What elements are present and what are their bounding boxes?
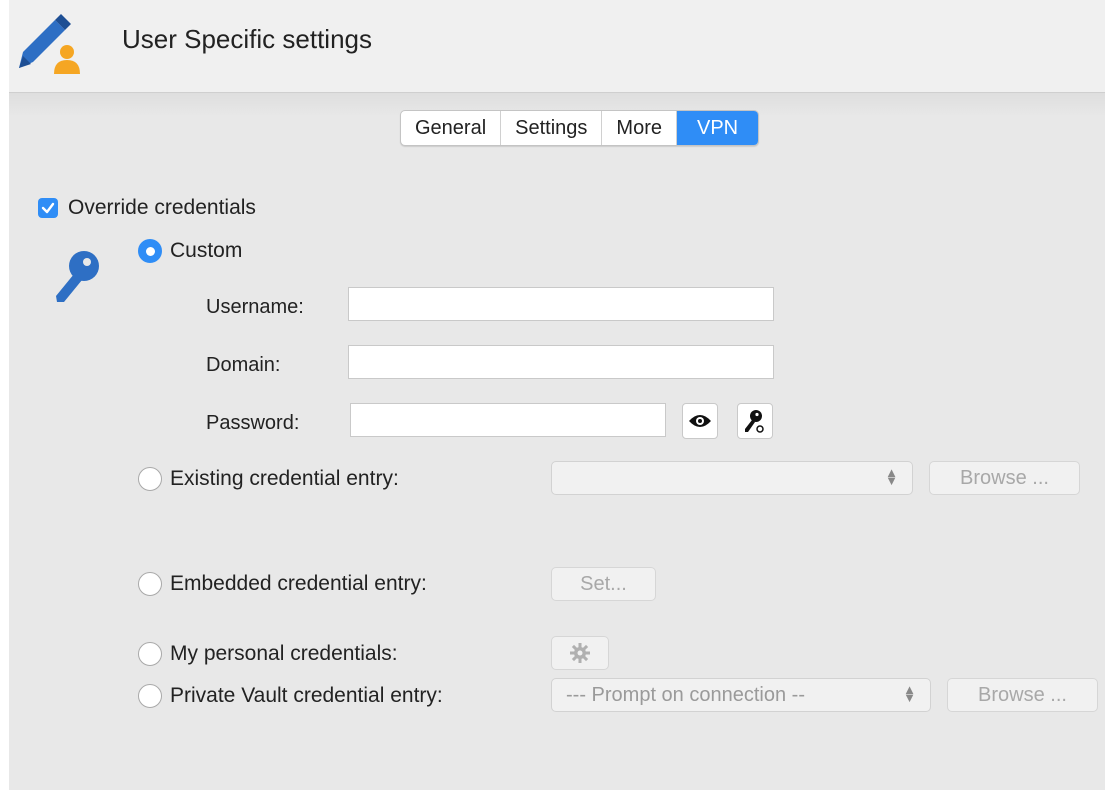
password-label: Password: [206,412,300,434]
header: User Specific settings [9,0,1105,93]
generate-password-button[interactable] [737,403,773,439]
username-input[interactable] [348,287,774,321]
custom-label: Custom [170,239,243,262]
tab-settings[interactable]: Settings [501,111,603,145]
personal-settings-button[interactable] [551,636,609,670]
personal-credentials-row: My personal credentials: [138,642,398,666]
embedded-credential-label: Embedded credential entry: [170,572,427,595]
username-label: Username: [206,296,304,318]
show-password-button[interactable] [682,403,718,439]
override-credentials-label: Override credentials [68,196,256,219]
personal-credentials-radio[interactable] [138,642,162,666]
select-arrows-icon: ▲ ▼ [903,682,916,705]
domain-input[interactable] [348,345,774,379]
pencil-user-icon [17,10,81,74]
existing-browse-button[interactable]: Browse ... [929,461,1080,495]
password-input[interactable] [350,403,666,437]
tab-more[interactable]: More [602,111,677,145]
embedded-credential-row: Embedded credential entry: [138,572,427,596]
private-vault-radio[interactable] [138,684,162,708]
existing-credential-select[interactable]: ▲ ▼ [551,461,913,495]
private-vault-label: Private Vault credential entry: [170,684,443,707]
settings-window: User Specific settings General Settings … [9,0,1105,790]
existing-credential-radio[interactable] [138,467,162,491]
custom-radio[interactable] [138,239,162,263]
key-generate-icon [745,410,764,433]
tab-general[interactable]: General [401,111,502,145]
tab-bar: General Settings More VPN [400,110,760,146]
personal-credentials-label: My personal credentials: [170,642,398,665]
private-vault-select[interactable]: --- Prompt on connection -- ▲ ▼ [551,678,931,712]
checkmark-icon [41,202,55,214]
embedded-set-button[interactable]: Set... [551,567,656,601]
select-arrows-icon: ▲ ▼ [885,465,898,488]
page-title: User Specific settings [122,24,372,54]
private-vault-row: Private Vault credential entry: [138,684,443,708]
embedded-credential-radio[interactable] [138,572,162,596]
private-vault-browse-button[interactable]: Browse ... [947,678,1098,712]
key-icon [52,248,104,304]
override-credentials-row: Override credentials [38,196,256,220]
existing-credential-row: Existing credential entry: [138,467,399,491]
tab-vpn[interactable]: VPN [677,111,759,145]
custom-option-row: Custom [138,239,242,263]
override-credentials-checkbox[interactable] [38,198,58,218]
eye-icon [689,415,711,427]
domain-label: Domain: [206,354,281,376]
existing-credential-label: Existing credential entry: [170,467,399,490]
private-vault-select-value: --- Prompt on connection -- [566,683,805,706]
gear-icon [570,643,590,663]
